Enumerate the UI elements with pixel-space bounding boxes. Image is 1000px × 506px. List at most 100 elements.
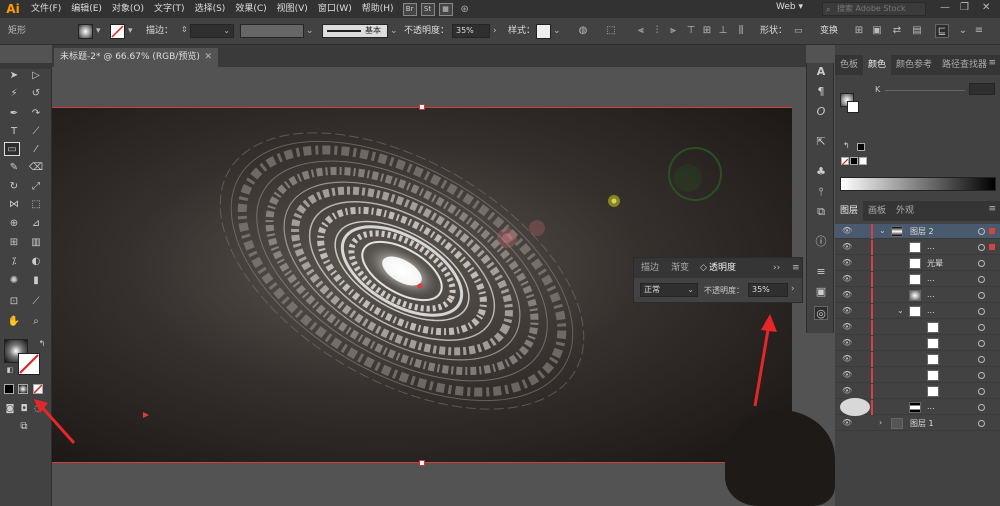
stock-button[interactable]: St <box>420 2 435 16</box>
shape-properties-icon[interactable]: ▭ <box>794 18 803 45</box>
target-circle-icon[interactable] <box>978 276 985 283</box>
tab-artboards[interactable]: 画板 <box>863 201 891 221</box>
info-panel-icon[interactable]: ⓘ <box>814 235 828 249</box>
close-window-button[interactable]: ✕ <box>982 2 990 13</box>
gradient-panel-icon[interactable]: ▣ <box>814 285 828 299</box>
minimize-button[interactable]: — <box>940 2 950 13</box>
eraser-tool-icon[interactable]: ⌫ <box>28 161 44 175</box>
layer-name[interactable]: 光晕 <box>927 258 943 269</box>
layer-row[interactable]: 👁 ... <box>835 240 1000 255</box>
character-panel-icon[interactable]: A <box>814 65 828 79</box>
stroke-color-box[interactable] <box>18 353 40 375</box>
mesh-tool-icon[interactable]: ⊞ <box>6 236 22 250</box>
tab-appearance[interactable]: 外观 <box>891 201 919 221</box>
transparency-panel-icon[interactable]: ◎ <box>814 306 828 320</box>
transform-icon[interactable]: ⊞ <box>852 24 866 38</box>
gradient-mode-icon[interactable] <box>18 384 28 394</box>
align-to-icon[interactable]: ⬚ <box>604 24 618 38</box>
tab-color-guide[interactable]: 颜色参考 <box>891 55 937 75</box>
quick-actions-icon[interactable]: ▤ <box>910 24 924 38</box>
selection-tool-icon[interactable]: ➤ <box>6 69 22 83</box>
reset-color-icon[interactable]: ↰ <box>843 141 850 150</box>
none-mode-icon[interactable] <box>33 384 43 394</box>
distribute-icon[interactable]: ⫼ <box>734 24 748 38</box>
fill-swatch[interactable] <box>78 24 93 39</box>
arrange-dropdown-icon[interactable]: ⌄ <box>956 24 970 38</box>
layer-row[interactable]: 👁 <box>835 352 1000 367</box>
selection-indicator[interactable] <box>989 244 995 250</box>
stroke-weight-input[interactable]: ⌄ <box>190 24 234 38</box>
magic-wand-tool-icon[interactable]: ⚡ <box>6 87 22 101</box>
opacity-arrow-icon[interactable]: › <box>791 284 795 294</box>
close-tab-icon[interactable]: ✕ <box>204 48 212 67</box>
none-swatch[interactable] <box>841 157 849 166</box>
target-circle-icon[interactable] <box>978 404 985 411</box>
layer-row[interactable]: 👁 <box>835 368 1000 383</box>
target-circle-icon[interactable] <box>978 324 985 331</box>
layer-row[interactable]: 👁 ⌄ ... <box>835 304 1000 319</box>
menu-help[interactable]: 帮助(H) <box>357 0 399 18</box>
layer-row-layer1[interactable]: 👁 › 图层 1 <box>835 416 1000 431</box>
type-tool-icon[interactable]: T <box>6 125 22 139</box>
symbols-panel-icon[interactable]: ♣ <box>814 165 828 179</box>
visibility-eye-icon[interactable]: 👁 <box>842 242 852 251</box>
rectangle-tool-icon[interactable]: ▭ <box>4 142 20 156</box>
panel-menu-icon[interactable]: ≡ <box>988 58 996 68</box>
symbol-sprayer-tool-icon[interactable]: ✺ <box>6 274 22 288</box>
bottom-handle[interactable] <box>419 460 425 466</box>
layer-name[interactable]: 图层 2 <box>910 226 934 237</box>
visibility-eye-icon[interactable]: 👁 <box>842 290 852 299</box>
white-swatch[interactable] <box>859 157 867 165</box>
target-circle-icon[interactable] <box>978 228 985 235</box>
transform-button[interactable]: 变换 <box>820 18 838 45</box>
visibility-eye-icon[interactable]: 👁 <box>842 354 852 363</box>
k-slider[interactable] <box>885 90 965 91</box>
top-handle[interactable] <box>419 104 425 110</box>
blend-tool-icon[interactable]: ◐ <box>28 255 44 269</box>
menu-file[interactable]: 文件(F) <box>26 0 66 18</box>
layer-row[interactable]: 👁 ... <box>835 272 1000 287</box>
tab-layers[interactable]: 图层 <box>835 201 864 221</box>
target-circle-icon[interactable] <box>978 388 985 395</box>
pen-tool-icon[interactable]: ✒ <box>6 107 22 121</box>
opacity-input[interactable]: 35% <box>452 24 490 38</box>
tab-gradient[interactable]: 渐变 <box>671 258 689 278</box>
expand-chevron-icon[interactable]: ⌄ <box>897 306 904 315</box>
free-transform-tool-icon[interactable]: ⬚ <box>28 198 44 212</box>
collapse-panel-icon[interactable]: ›› <box>773 258 780 278</box>
rotate-tool-icon[interactable]: ↻ <box>6 180 22 194</box>
visibility-eye-icon[interactable]: 👁 <box>842 386 852 395</box>
layers-menu-icon[interactable]: ≡ <box>988 204 996 214</box>
graphic-style-swatch[interactable] <box>536 24 551 39</box>
fill-dropdown-icon[interactable]: ▾ <box>96 18 101 45</box>
layer-row[interactable]: 👁 光晕 <box>835 256 1000 271</box>
perspective-grid-tool-icon[interactable]: ⊿ <box>28 217 44 231</box>
style-dropdown-icon[interactable]: ⌄ <box>553 18 561 45</box>
align-right-icon[interactable]: ⫸ <box>666 24 680 38</box>
export-panel-icon[interactable]: ⇱ <box>814 135 828 149</box>
layer-row-layer2[interactable]: 👁 ⌄ 图层 2 <box>835 224 1000 239</box>
paintbrush-tool-icon[interactable]: ⁄ <box>28 143 44 157</box>
target-circle-icon[interactable] <box>978 292 985 299</box>
menu-edit[interactable]: 编辑(E) <box>66 0 107 18</box>
width-tool-icon[interactable]: ⋈ <box>6 198 22 212</box>
visibility-eye-icon[interactable]: 👁 <box>842 226 852 235</box>
target-circle-icon[interactable] <box>978 356 985 363</box>
black-swatch-2[interactable] <box>850 157 858 165</box>
align-vcenter-icon[interactable]: ⊞ <box>700 24 714 38</box>
black-swatch[interactable] <box>857 143 865 151</box>
selection-center-point[interactable] <box>417 283 423 289</box>
maximize-button[interactable]: ❐ <box>960 2 969 13</box>
flip-icon[interactable]: ⇄ <box>890 24 904 38</box>
document-tab[interactable]: 未标题-2* @ 66.67% (RGB/预览) ✕ <box>54 48 218 67</box>
gpu-performance-icon[interactable]: ⊛ <box>461 4 469 15</box>
expand-chevron-icon[interactable]: › <box>879 418 882 427</box>
opentype-panel-icon[interactable]: O <box>814 105 828 119</box>
menu-effect[interactable]: 效果(C) <box>230 0 271 18</box>
expand-chevron-icon[interactable]: ⌄ <box>879 226 886 235</box>
align-left-icon[interactable]: ⫷ <box>634 24 648 38</box>
color-mode-icon[interactable] <box>4 384 14 394</box>
line-tool-icon[interactable]: ⟋ <box>28 125 44 139</box>
stroke-stepper[interactable]: ⇕ <box>178 24 188 38</box>
curvature-tool-icon[interactable]: ↷ <box>28 107 44 121</box>
